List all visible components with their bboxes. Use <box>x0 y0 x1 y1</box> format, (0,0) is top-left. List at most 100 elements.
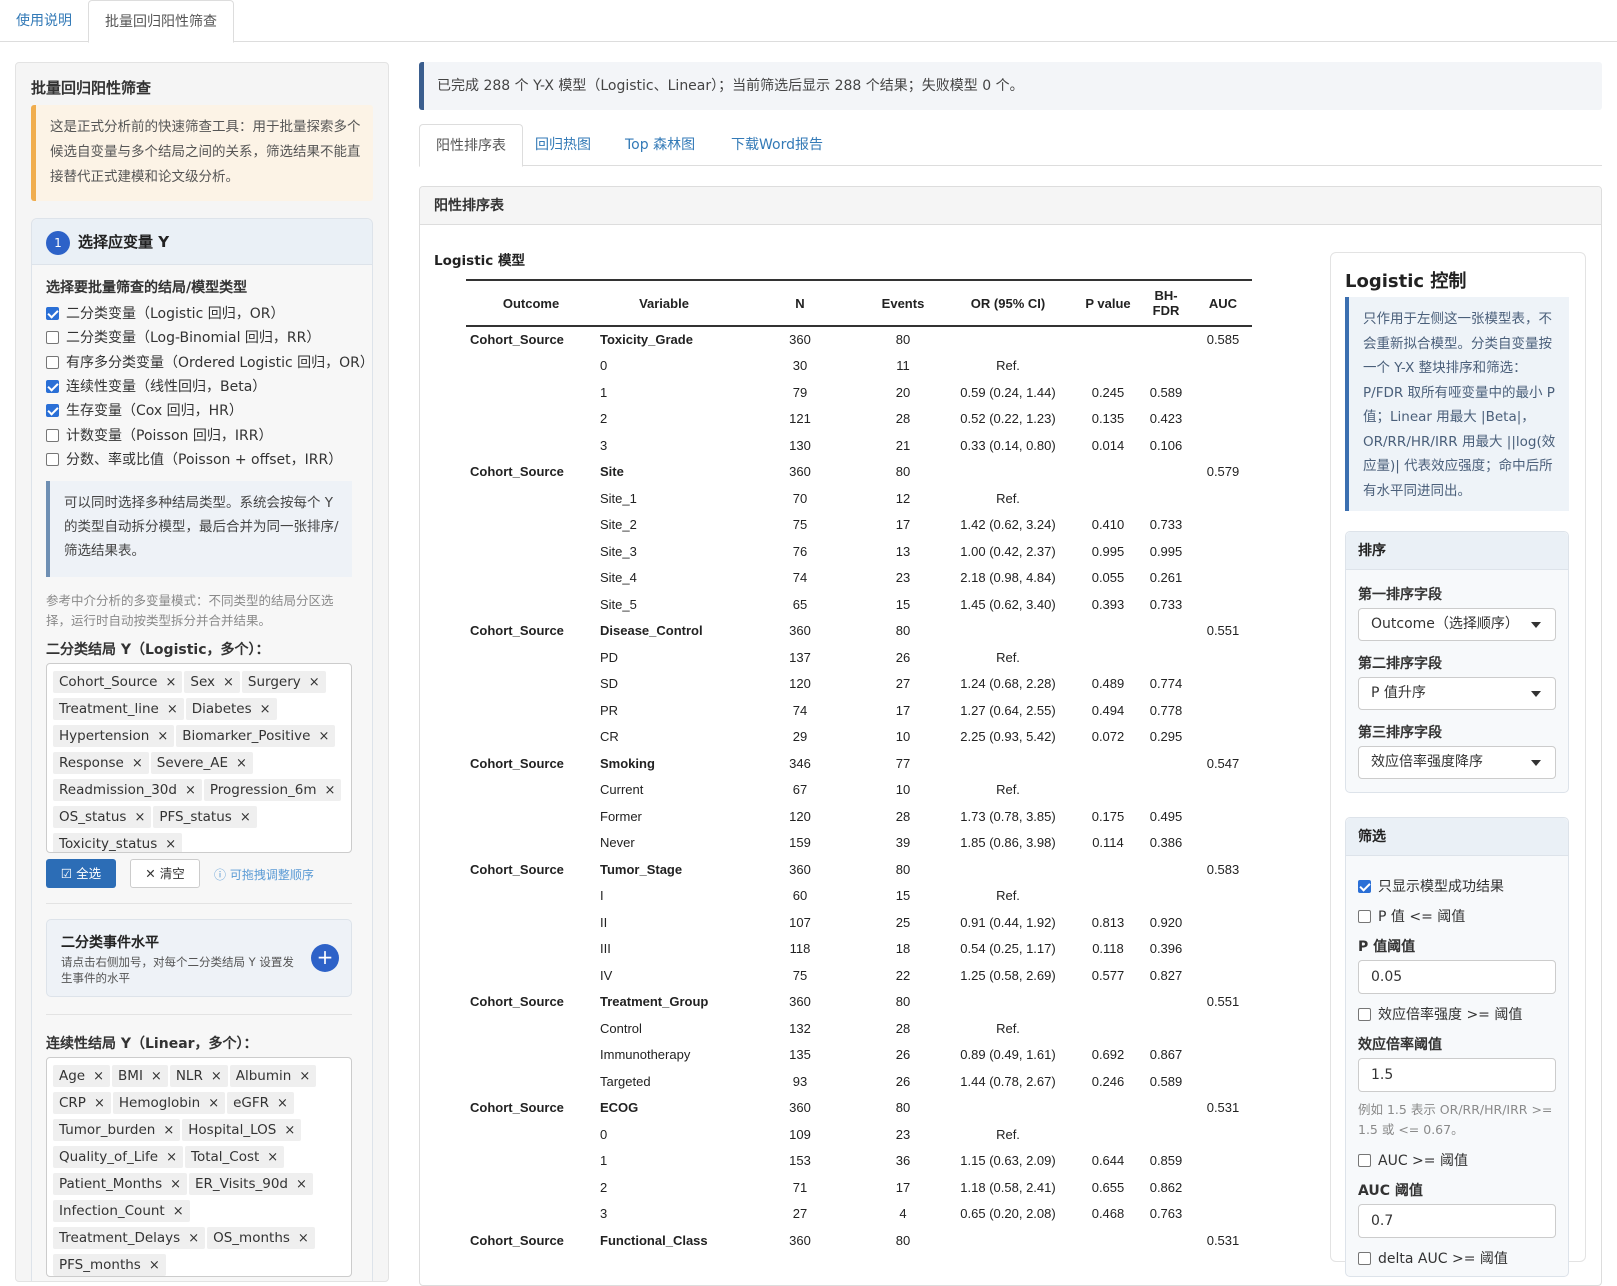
selected-tag[interactable]: Total_Cost × <box>185 1146 285 1168</box>
selected-tag[interactable]: Surgery × <box>241 671 326 693</box>
selected-tag[interactable]: Tumor_burden × <box>53 1119 181 1141</box>
tab-batch-screening[interactable]: 批量回归阳性筛查 <box>88 0 234 43</box>
delta-auc-filter-checkbox[interactable]: delta AUC >= 阈值 <box>1358 1248 1508 1268</box>
selected-tag[interactable]: BMI × <box>112 1065 168 1087</box>
selected-tag[interactable]: NLR × <box>169 1065 228 1087</box>
outcome-type-checkbox[interactable]: 二分类变量（Logistic 回归，OR） <box>46 303 284 325</box>
remove-tag-icon[interactable]: × <box>299 1069 310 1084</box>
remove-tag-icon[interactable]: × <box>185 783 196 798</box>
outcome-type-checkbox[interactable]: 分数、率或比值（Poisson + offset，IRR） <box>46 449 342 471</box>
remove-tag-icon[interactable]: × <box>208 1096 219 1111</box>
cell-n: 346 <box>789 755 811 771</box>
tab-top-forest[interactable]: Top 森林图 <box>609 124 711 166</box>
selected-tag[interactable]: OS_status × <box>53 806 152 828</box>
selected-tag[interactable]: Hospital_LOS × <box>182 1119 302 1141</box>
remove-tag-icon[interactable]: × <box>165 837 176 852</box>
selected-tag[interactable]: Severe_AE × <box>150 752 253 774</box>
selected-tag[interactable]: Sex × <box>184 671 240 693</box>
cell-fdr <box>1138 1095 1194 1122</box>
p-filter-checkbox[interactable]: P 值 <= 阈值 <box>1358 906 1465 926</box>
remove-tag-icon[interactable]: × <box>93 1069 104 1084</box>
remove-tag-icon[interactable]: × <box>277 1096 288 1111</box>
selected-tag[interactable]: Age × <box>53 1065 111 1087</box>
tab-instructions[interactable]: 使用说明 <box>0 0 88 42</box>
remove-tag-icon[interactable]: × <box>170 1177 181 1192</box>
remove-tag-icon[interactable]: × <box>325 783 336 798</box>
sort1-select[interactable]: Outcome（选择顺序） <box>1358 608 1556 641</box>
outcome-type-checkbox[interactable]: 二分类变量（Log-Binomial 回归，RR） <box>46 327 320 349</box>
cell-fdr: 0.396 <box>1149 941 1183 957</box>
selected-tag[interactable]: Cohort_Source × <box>53 671 183 693</box>
selected-tag[interactable]: CRP × <box>53 1092 111 1114</box>
outcome-type-checkbox[interactable]: 生存变量（Cox 回归，HR） <box>46 400 243 422</box>
selected-tag[interactable]: ER_Visits_90d × <box>189 1173 313 1195</box>
sort3-select[interactable]: 效应倍率强度降序 <box>1358 746 1556 779</box>
remove-tag-icon[interactable]: × <box>309 675 320 690</box>
binary-outcome-select[interactable]: Cohort_Source × Sex × Surgery × Treatment_line… <box>46 663 352 853</box>
effect-threshold-input[interactable]: 1.5 <box>1358 1058 1556 1092</box>
remove-tag-icon[interactable]: × <box>284 1123 295 1138</box>
remove-tag-icon[interactable]: × <box>188 1231 199 1246</box>
cell-events: 12 <box>895 490 911 506</box>
tab-download-word[interactable]: 下载Word报告 <box>715 124 839 166</box>
remove-tag-icon[interactable]: × <box>211 1069 222 1084</box>
remove-tag-icon[interactable]: × <box>173 1204 184 1219</box>
selected-tag[interactable]: Toxicity_status × <box>53 833 183 852</box>
add-event-level-button[interactable]: + <box>311 944 339 972</box>
remove-tag-icon[interactable]: × <box>94 1096 105 1111</box>
selected-tag[interactable]: Hypertension × <box>53 725 175 747</box>
remove-tag-icon[interactable]: × <box>165 675 176 690</box>
select-all-button[interactable]: ☑ 全选 <box>46 859 116 888</box>
selected-tag[interactable]: OS_months × <box>207 1227 315 1249</box>
continuous-outcome-select[interactable]: Age × BMI × NLR × Albumin × CRP × Hemoglobin × eGFR ×… <box>46 1057 352 1277</box>
selected-tag[interactable]: Treatment_Delays × <box>53 1227 206 1249</box>
cell-or: 1.42 (0.62, 3.24) <box>960 517 1056 533</box>
auc-filter-checkbox[interactable]: AUC >= 阈值 <box>1358 1150 1468 1170</box>
remove-tag-icon[interactable]: × <box>166 1150 177 1165</box>
selected-tag[interactable]: PFS_months × <box>53 1254 166 1276</box>
cell-outcome <box>466 830 596 857</box>
outcome-type-checkbox[interactable]: 有序多分类变量（Ordered Logistic 回归，OR） <box>46 352 374 374</box>
p-threshold-input[interactable]: 0.05 <box>1358 960 1556 994</box>
remove-tag-icon[interactable]: × <box>134 810 145 825</box>
cell-or <box>938 1227 1078 1254</box>
remove-tag-icon[interactable]: × <box>267 1150 278 1165</box>
only-success-checkbox[interactable]: 只显示模型成功结果 <box>1358 876 1504 896</box>
effect-filter-checkbox[interactable]: 效应倍率强度 >= 阈值 <box>1358 1004 1522 1024</box>
tab-regression-heatmap[interactable]: 回归热图 <box>519 124 607 166</box>
remove-tag-icon[interactable]: × <box>132 756 143 771</box>
selected-tag[interactable]: Progression_6m × <box>203 779 342 801</box>
selected-tag[interactable]: Quality_of_Life × <box>53 1146 183 1168</box>
remove-tag-icon[interactable]: × <box>149 1258 160 1273</box>
remove-tag-icon[interactable]: × <box>167 702 178 717</box>
remove-tag-icon[interactable]: × <box>298 1231 309 1246</box>
remove-tag-icon[interactable]: × <box>163 1123 174 1138</box>
selected-tag[interactable]: Patient_Months × <box>53 1173 188 1195</box>
remove-tag-icon[interactable]: × <box>151 1069 162 1084</box>
cell-level: 0 <box>600 358 608 374</box>
selected-tag[interactable]: Albumin × <box>229 1065 317 1087</box>
selected-tag[interactable]: Diabetes × <box>185 698 277 720</box>
selected-tag[interactable]: Treatment_line × <box>53 698 184 720</box>
remove-tag-icon[interactable]: × <box>236 756 247 771</box>
remove-tag-icon[interactable]: × <box>296 1177 307 1192</box>
selected-tag[interactable]: Biomarker_Positive × <box>176 725 336 747</box>
remove-tag-icon[interactable]: × <box>240 810 251 825</box>
clear-button[interactable]: ✕ 清空 <box>130 859 200 888</box>
tab-positive-ranking[interactable]: 阳性排序表 <box>419 124 523 167</box>
selected-tag[interactable]: Readmission_30d × <box>53 779 202 801</box>
selected-tag[interactable]: eGFR × <box>227 1092 294 1114</box>
selected-tag[interactable]: Infection_Count × <box>53 1200 190 1222</box>
selected-tag[interactable]: Response × <box>53 752 149 774</box>
remove-tag-icon[interactable]: × <box>260 702 271 717</box>
cell-outcome <box>466 379 596 406</box>
remove-tag-icon[interactable]: × <box>157 729 168 744</box>
auc-threshold-input[interactable]: 0.7 <box>1358 1204 1556 1238</box>
sort2-select[interactable]: P 值升序 <box>1358 677 1556 710</box>
remove-tag-icon[interactable]: × <box>318 729 329 744</box>
remove-tag-icon[interactable]: × <box>223 675 234 690</box>
outcome-type-checkbox[interactable]: 计数变量（Poisson 回归，IRR） <box>46 425 272 447</box>
selected-tag[interactable]: Hemoglobin × <box>112 1092 226 1114</box>
outcome-type-checkbox[interactable]: 连续性变量（线性回归，Beta） <box>46 376 266 398</box>
selected-tag[interactable]: PFS_status × <box>153 806 257 828</box>
